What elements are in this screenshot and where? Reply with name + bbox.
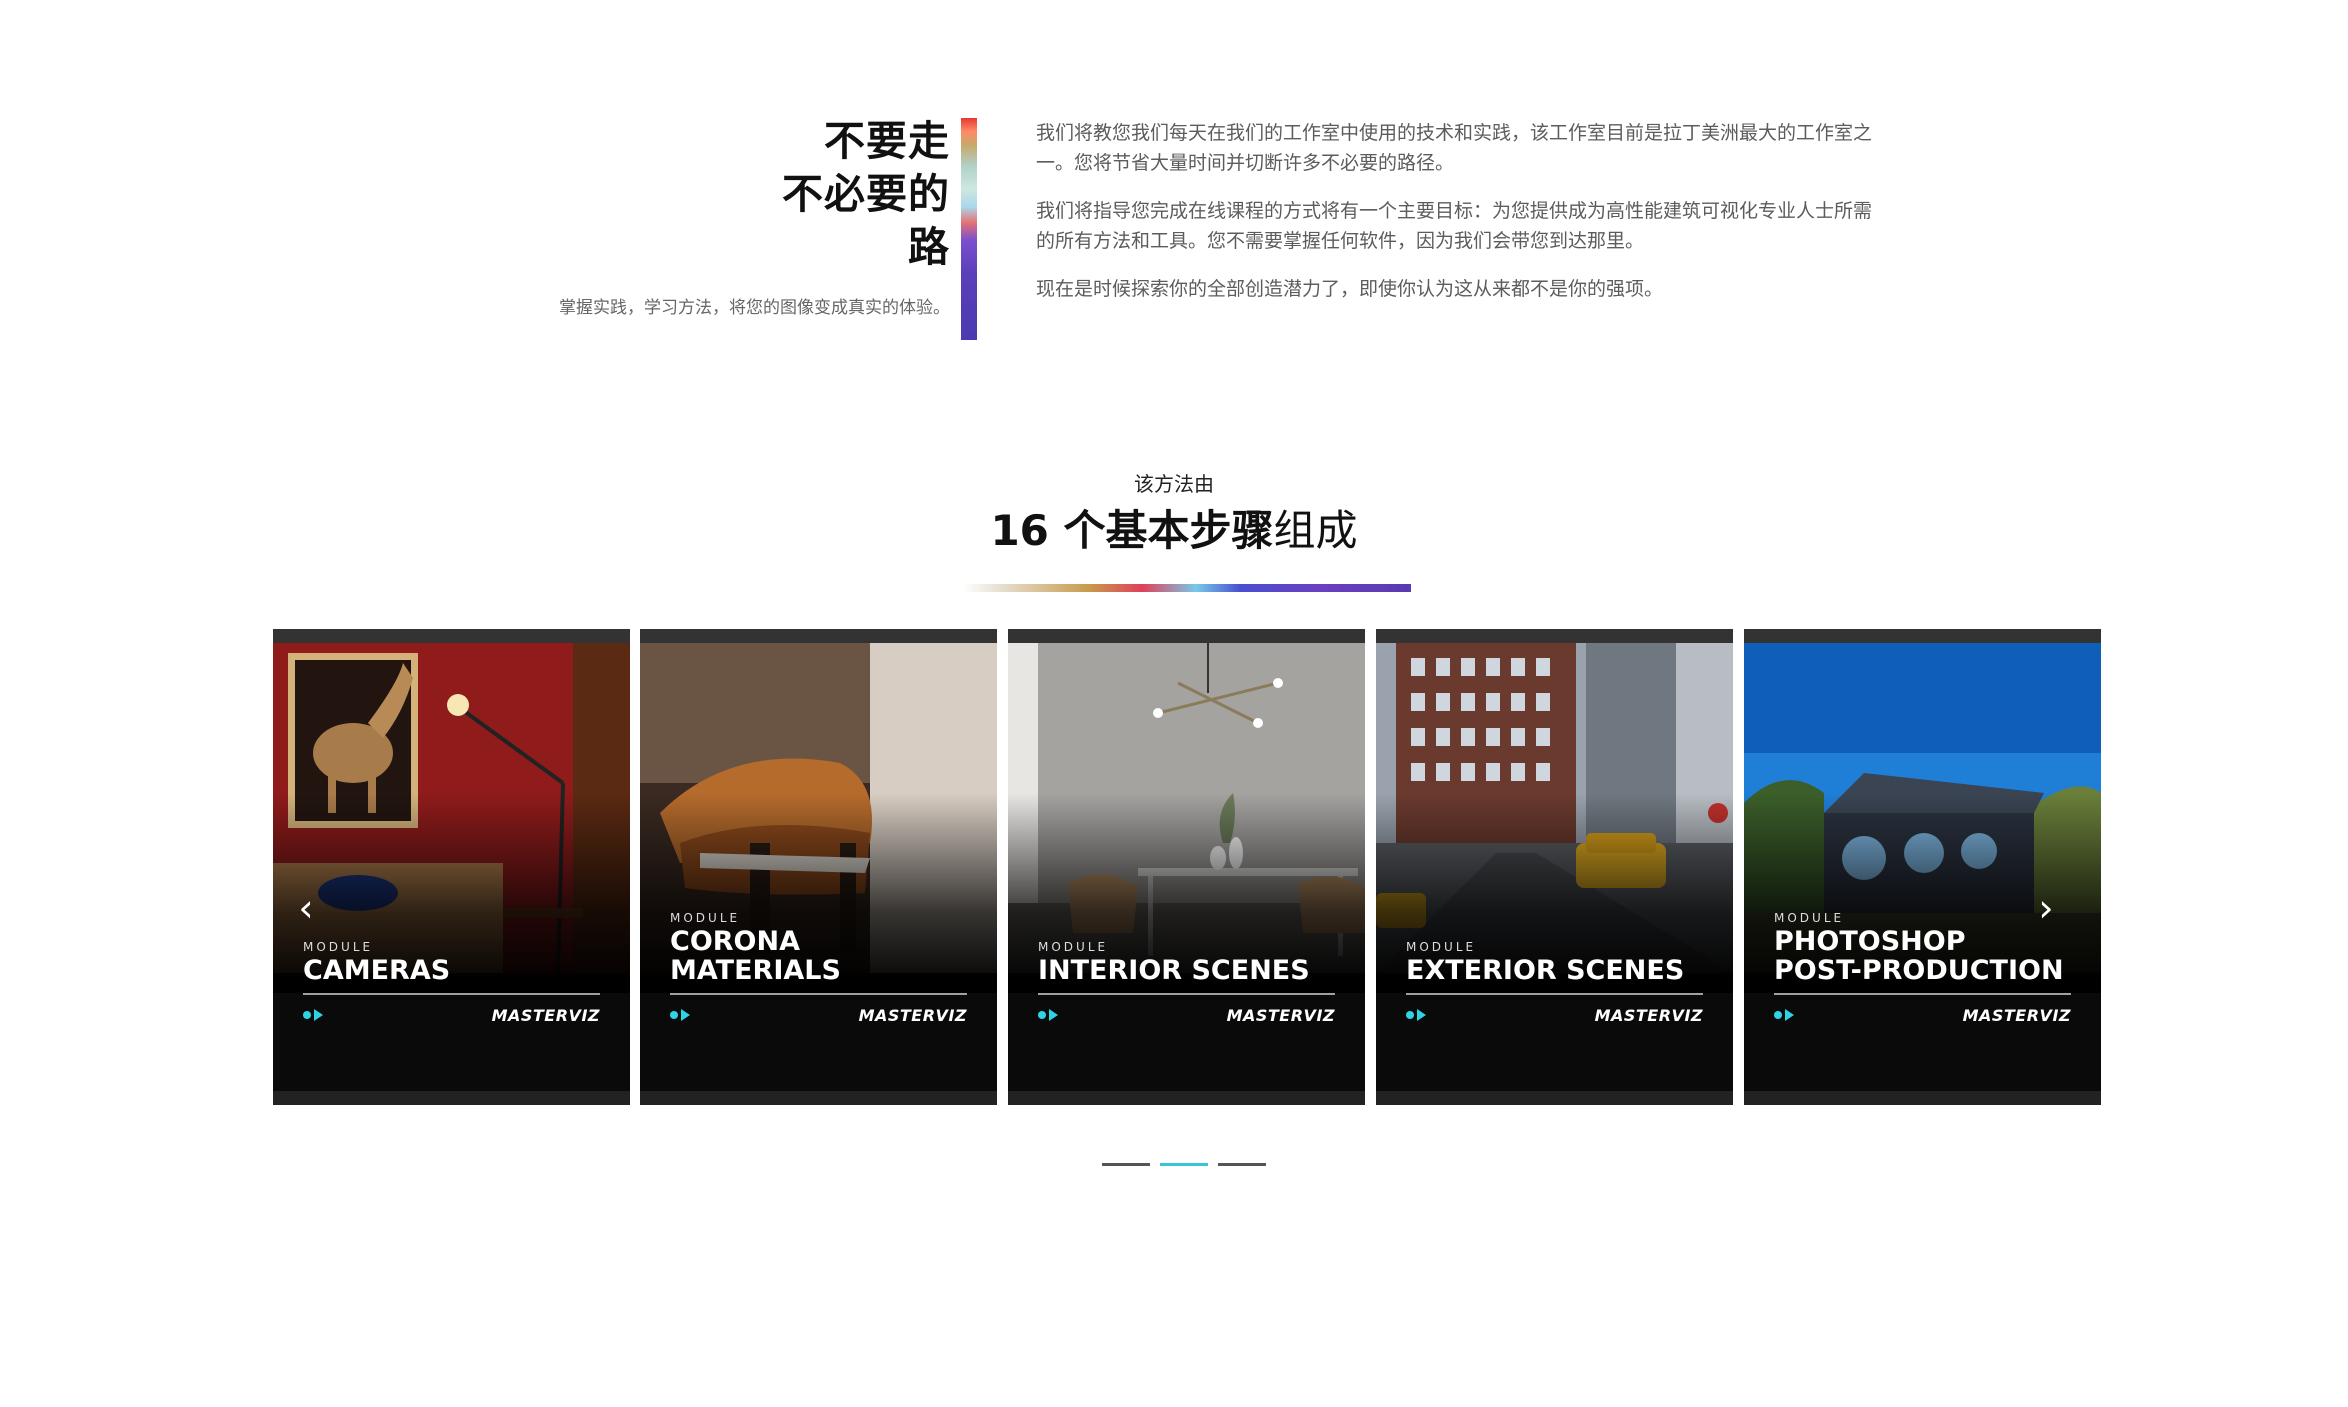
- card-divider: [670, 993, 967, 995]
- intro-paragraph: 我们将指导您完成在线课程的方式将有一个主要目标：为您提供成为高性能建筑可视化专业…: [1036, 200, 1873, 252]
- play-icon: [303, 1009, 323, 1021]
- intro-paragraph: 我们将教您我们每天在我们的工作室中使用的技术和实践，该工作室目前是拉丁美洲最大的…: [1036, 122, 1873, 174]
- brand-logo: MASTERVIZ: [858, 1005, 967, 1025]
- intro-title-line: 不必要的: [782, 170, 950, 218]
- intro-body: 我们将教您我们每天在我们的工作室中使用的技术和实践，该工作室目前是拉丁美洲最大的…: [1036, 118, 1876, 322]
- card-divider: [1774, 993, 2071, 995]
- card-footer: MASTERVIZ: [303, 1005, 600, 1025]
- card-divider: [1406, 993, 1703, 995]
- pagination-dash-3[interactable]: [1218, 1163, 1266, 1166]
- intro-title-line: 不要走: [824, 117, 950, 165]
- card-title-line: MATERIALS: [670, 955, 841, 986]
- module-card-exterior-scenes[interactable]: MODULE EXTERIOR SCENES MASTERVIZ: [1376, 629, 1733, 1105]
- card-title: CAMERAS: [303, 956, 600, 985]
- card-title-line: PHOTOSHOP: [1774, 926, 1966, 957]
- card-module-label: MODULE: [1774, 911, 1845, 925]
- method-heading-bold: 16 个基本步骤: [990, 506, 1274, 555]
- intro-subtitle: 掌握实践，学习方法，将您的图像变成真实的体验。: [559, 298, 950, 318]
- horizontal-gradient-divider: [963, 584, 1411, 592]
- method-kicker: 该方法由: [1134, 472, 1214, 496]
- chevron-left-icon[interactable]: ‹: [291, 888, 321, 928]
- card-title-line: EXTERIOR SCENES: [1406, 955, 1685, 986]
- carousel-pagination: [1102, 1163, 1266, 1166]
- module-carousel: MODULE CAMERAS MASTERVIZ ‹ MODULE CORONA…: [273, 629, 2101, 1105]
- brand-logo: MASTERVIZ: [1594, 1005, 1703, 1025]
- card-module-label: MODULE: [1406, 940, 1477, 954]
- card-title-line: CORONA: [670, 926, 801, 957]
- card-title: EXTERIOR SCENES: [1406, 956, 1703, 985]
- card-divider: [1038, 993, 1335, 995]
- card-caption: MODULE PHOTOSHOP POST-PRODUCTION MASTERV…: [1774, 911, 2071, 1025]
- brand-logo: MASTERVIZ: [1962, 1005, 2071, 1025]
- brand-logo: MASTERVIZ: [1226, 1005, 1335, 1025]
- card-divider: [303, 993, 600, 995]
- card-module-label: MODULE: [303, 940, 374, 954]
- card-caption: MODULE EXTERIOR SCENES MASTERVIZ: [1406, 940, 1703, 1025]
- card-footer: MASTERVIZ: [1038, 1005, 1335, 1025]
- card-title-line: INTERIOR SCENES: [1038, 955, 1310, 986]
- module-card-corona-materials[interactable]: MODULE CORONA MATERIALS MASTERVIZ: [640, 629, 997, 1105]
- card-title: PHOTOSHOP POST-PRODUCTION: [1774, 927, 2071, 985]
- method-header: 该方法由 16 个基本步骤组成: [0, 470, 2348, 558]
- card-footer: MASTERVIZ: [1406, 1005, 1703, 1025]
- module-card-photoshop-post-production[interactable]: MODULE PHOTOSHOP POST-PRODUCTION MASTERV…: [1744, 629, 2101, 1105]
- module-card-cameras[interactable]: MODULE CAMERAS MASTERVIZ ‹: [273, 629, 630, 1105]
- card-module-label: MODULE: [1038, 940, 1109, 954]
- brand-logo: MASTERVIZ: [491, 1005, 600, 1025]
- method-heading: 16 个基本步骤组成: [0, 504, 2348, 558]
- vertical-gradient-divider: [961, 118, 977, 340]
- play-icon: [670, 1009, 690, 1021]
- card-title-line: CAMERAS: [303, 955, 451, 986]
- play-icon: [1406, 1009, 1426, 1021]
- method-heading-light: 组成: [1273, 506, 1358, 555]
- intro-title: 不要走 不必要的 路: [500, 115, 950, 274]
- pagination-dash-1[interactable]: [1102, 1163, 1150, 1166]
- card-caption: MODULE CORONA MATERIALS MASTERVIZ: [670, 911, 967, 1025]
- card-module-label: MODULE: [670, 911, 741, 925]
- card-footer: MASTERVIZ: [1774, 1005, 2071, 1025]
- play-icon: [1774, 1009, 1794, 1021]
- card-caption: MODULE INTERIOR SCENES MASTERVIZ: [1038, 940, 1335, 1025]
- intro-paragraph: 现在是时候探索你的全部创造潜力了，即使你认为这从来都不是你的强项。: [1036, 278, 1664, 300]
- card-footer: MASTERVIZ: [670, 1005, 967, 1025]
- chevron-right-icon[interactable]: ›: [2031, 888, 2061, 928]
- intro-heading-block: 不要走 不必要的 路 掌握实践，学习方法，将您的图像变成真实的体验。: [500, 115, 950, 320]
- card-title-line: POST-PRODUCTION: [1774, 955, 2064, 986]
- play-icon: [1038, 1009, 1058, 1021]
- module-card-interior-scenes[interactable]: MODULE INTERIOR SCENES MASTERVIZ: [1008, 629, 1365, 1105]
- card-caption: MODULE CAMERAS MASTERVIZ: [303, 940, 600, 1025]
- pagination-dash-2[interactable]: [1160, 1163, 1208, 1166]
- card-title: INTERIOR SCENES: [1038, 956, 1335, 985]
- intro-title-line: 路: [908, 223, 950, 271]
- card-title: CORONA MATERIALS: [670, 927, 967, 985]
